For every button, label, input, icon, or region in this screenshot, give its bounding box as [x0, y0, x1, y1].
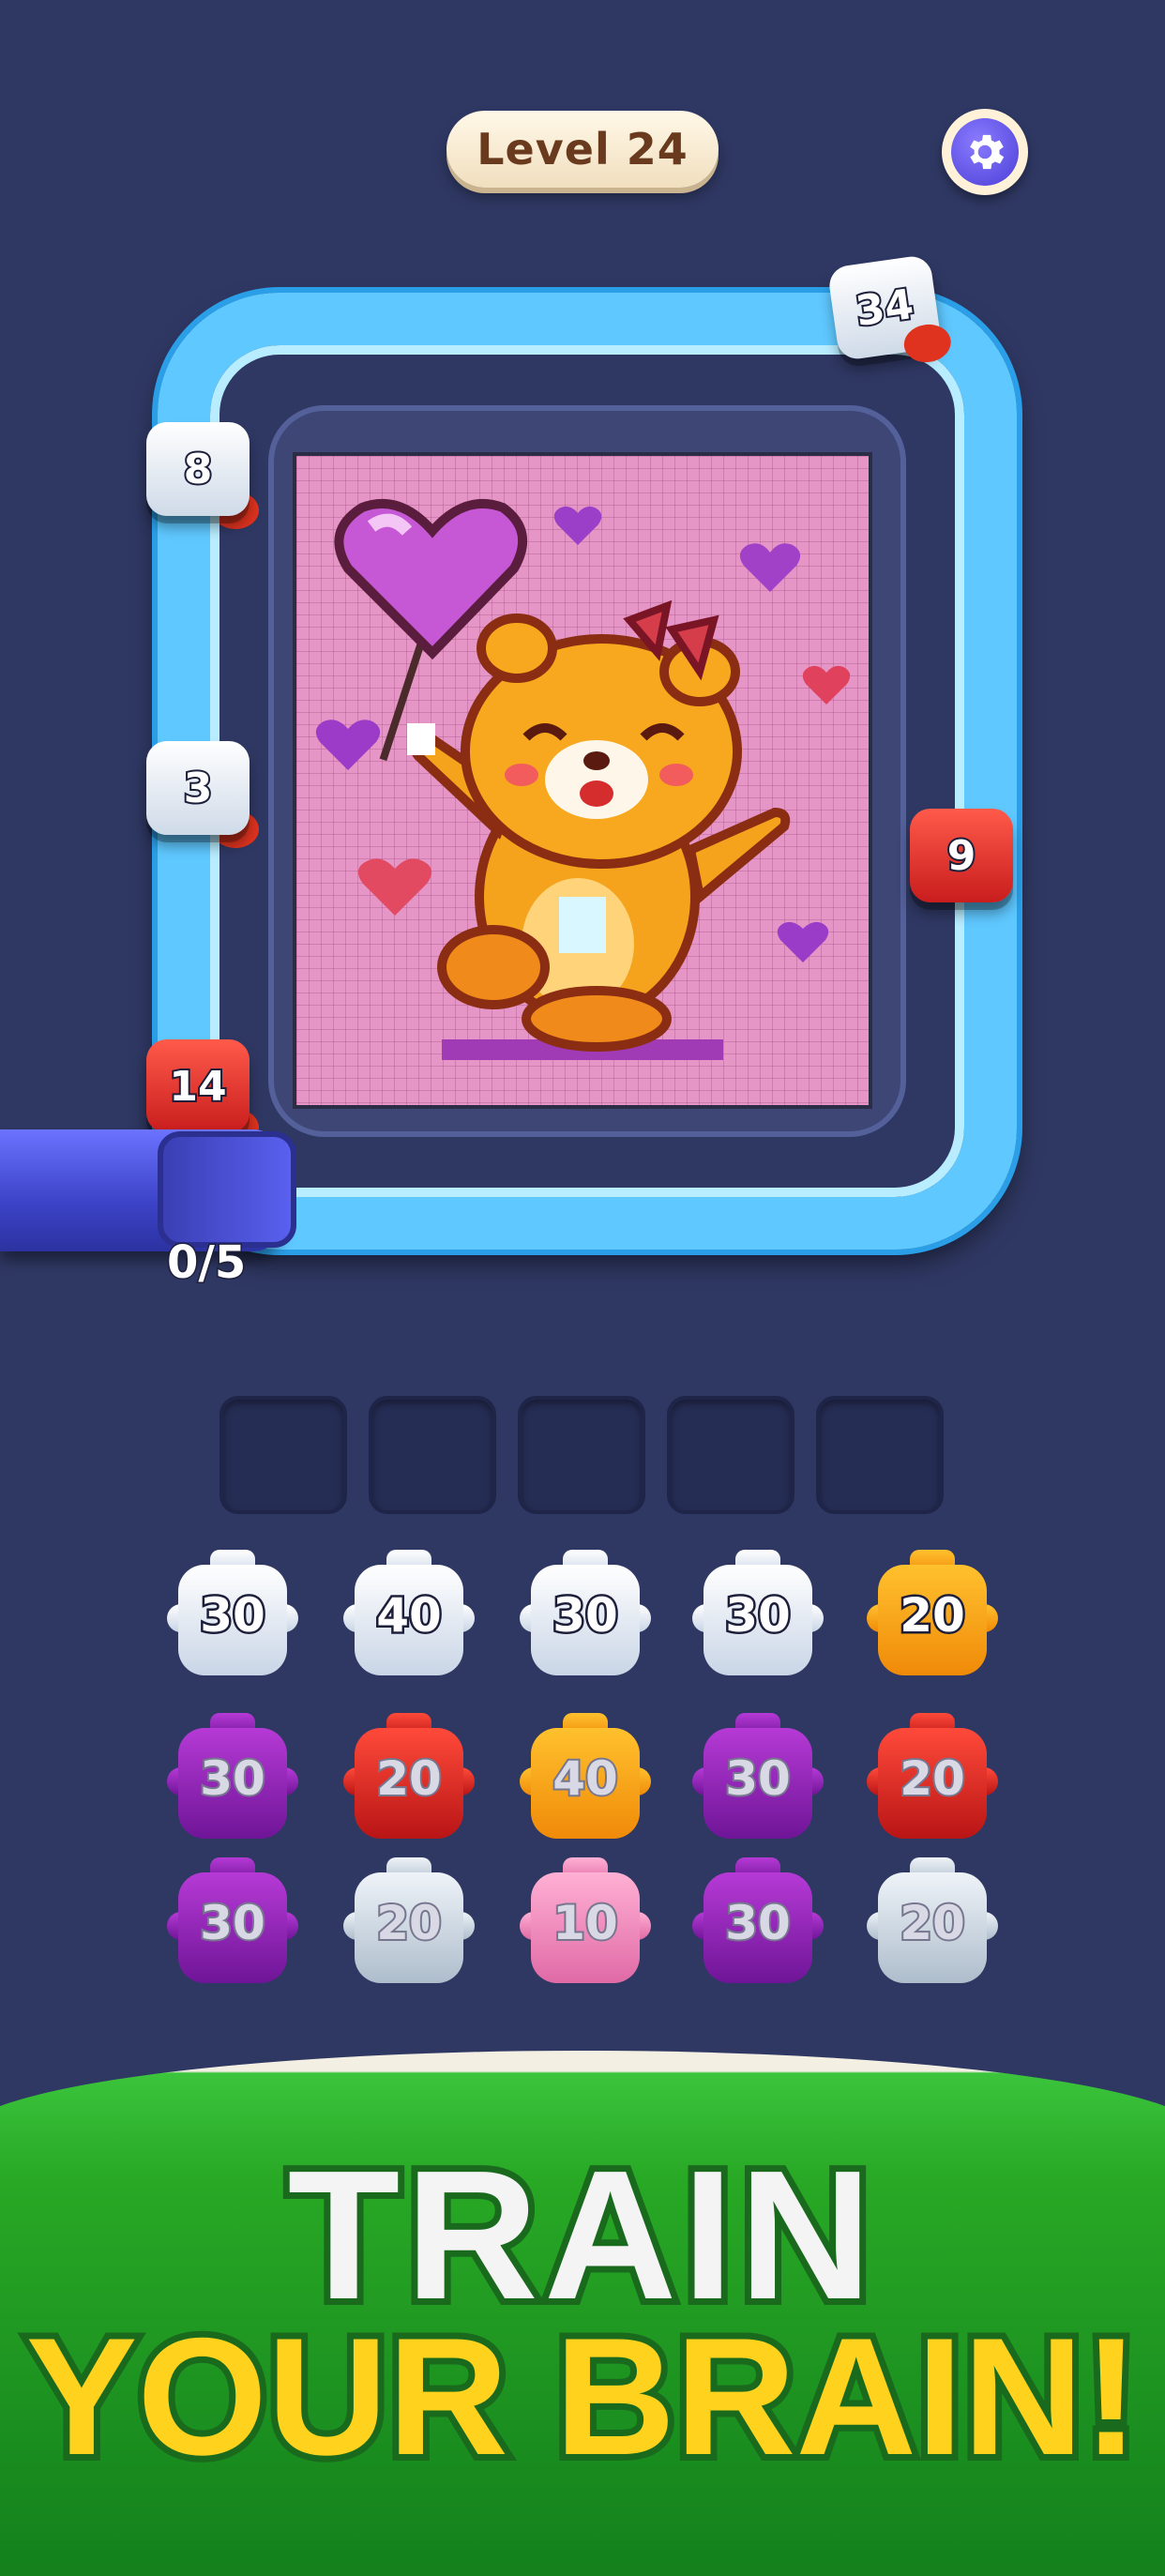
shooter-value: 40 — [551, 1750, 620, 1808]
shooter-value: 30 — [198, 1750, 267, 1808]
shooter-value: 30 — [723, 1586, 794, 1645]
belt-cannon[interactable]: 8 — [146, 422, 259, 529]
pixel-art-canvas — [293, 452, 872, 1109]
queue-slot[interactable] — [369, 1396, 496, 1514]
shooter-value: 30 — [723, 1894, 793, 1952]
shooter-orange[interactable]: 40 — [520, 1713, 651, 1844]
queue-slot[interactable] — [219, 1396, 347, 1514]
shooter-value: 30 — [723, 1750, 793, 1808]
shooter-value: 30 — [551, 1586, 621, 1645]
pixel-bear-artwork — [315, 498, 851, 1060]
settings-button[interactable] — [942, 109, 1028, 195]
shooter-value: 20 — [374, 1750, 444, 1808]
queue-slot[interactable] — [518, 1396, 645, 1514]
shooter-value: 20 — [898, 1750, 967, 1808]
belt-cannon[interactable]: 3 — [146, 741, 259, 848]
shooter-value: 10 — [551, 1894, 620, 1952]
shooter-orange[interactable]: 20 — [867, 1550, 998, 1681]
shooter-value: 30 — [198, 1586, 268, 1645]
shooter-red[interactable]: 20 — [867, 1713, 998, 1844]
shooter-purple[interactable]: 30 — [692, 1713, 824, 1844]
shooter-value: 30 — [198, 1894, 267, 1952]
queue-slot[interactable] — [816, 1396, 944, 1514]
shooter-value: 20 — [374, 1894, 444, 1952]
pipe-mouth — [158, 1131, 296, 1248]
shooter-red[interactable]: 20 — [343, 1713, 475, 1844]
shooter-white[interactable]: 30 — [520, 1550, 651, 1681]
shooter-white[interactable]: 30 — [167, 1550, 298, 1681]
shooter-silver[interactable]: 20 — [867, 1857, 998, 1989]
shooter-purple[interactable]: 30 — [167, 1713, 298, 1844]
level-indicator: Level 24 — [446, 111, 719, 188]
shooter-value: 40 — [374, 1586, 445, 1645]
belt-cannon[interactable]: 14 — [146, 1039, 259, 1146]
shooter-value: 20 — [898, 1586, 968, 1645]
level-label: Level 24 — [477, 124, 688, 174]
shooter-pink[interactable]: 10 — [520, 1857, 651, 1989]
shooter-purple[interactable]: 30 — [167, 1857, 298, 1989]
pipe-counter: 0/5 — [165, 1235, 247, 1291]
shooter-white[interactable]: 40 — [343, 1550, 475, 1681]
queue-slot[interactable] — [667, 1396, 794, 1514]
shooter-purple[interactable]: 30 — [692, 1857, 824, 1989]
shooter-silver[interactable]: 20 — [343, 1857, 475, 1989]
belt-cannon[interactable]: 34 — [826, 253, 954, 366]
shooter-value: 20 — [898, 1894, 967, 1952]
belt-cannon[interactable]: 9 — [910, 809, 1022, 916]
banner-line-2: YOUR BRAIN! — [20, 2296, 1146, 2496]
gear-icon — [951, 118, 1019, 186]
shooter-white[interactable]: 30 — [692, 1550, 824, 1681]
